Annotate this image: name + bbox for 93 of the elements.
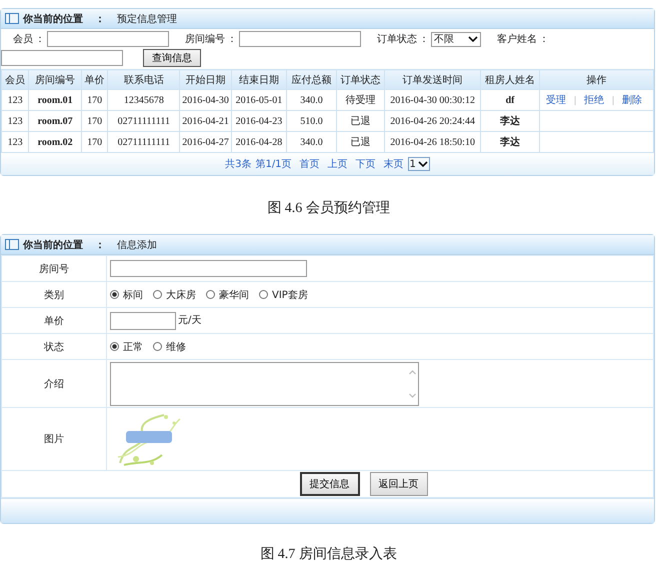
page-info: 第1/1页 <box>255 158 292 171</box>
table-cell: 已退 <box>336 110 385 132</box>
figure-caption: 图 4.6 会员预约管理 <box>266 200 391 217</box>
radio-button[interactable] <box>153 342 162 351</box>
filter-input[interactable] <box>239 31 361 47</box>
filter-separator: ： <box>539 33 549 46</box>
radio-option[interactable]: 标间 <box>110 288 143 302</box>
table-cell: 2016-04-23 <box>231 110 286 132</box>
table-cell: 170 <box>81 90 108 110</box>
column-header: 会员 <box>2 70 29 90</box>
radio-option[interactable]: 正常 <box>110 340 143 354</box>
filter-separator: ： <box>35 33 45 46</box>
page-select[interactable]: 1 <box>408 157 430 171</box>
radio-button[interactable] <box>110 342 119 351</box>
table-cell: 2016-04-30 <box>180 90 232 110</box>
radio-option[interactable]: VIP套房 <box>259 288 308 302</box>
table-cell: room.07 <box>28 110 82 132</box>
location-label: 你当前的位置 <box>23 12 83 26</box>
form-button[interactable]: 提交信息 <box>300 472 360 496</box>
query-button[interactable]: 查询信息 <box>143 49 201 67</box>
price-input[interactable] <box>110 312 176 330</box>
table-cell: 510.0 <box>286 110 336 132</box>
location-text: 信息添加 <box>117 238 157 252</box>
table-cell: 2016-04-30 00:30:12 <box>384 90 481 110</box>
location-text: 预定信息管理 <box>117 12 177 26</box>
action-link[interactable]: 删除 <box>622 95 642 106</box>
filter-separator: ： <box>419 33 429 46</box>
field-label: 房间号 <box>39 264 69 274</box>
filter-label: 订单状态 <box>377 32 417 46</box>
column-header: 联系电话 <box>108 70 180 90</box>
page-info: 共3条 <box>225 158 252 171</box>
unit-label: 元/天 <box>178 315 202 326</box>
scrollbar-arrows-icon <box>408 368 417 398</box>
field-label: 类别 <box>44 290 64 300</box>
description-textarea[interactable] <box>110 362 419 406</box>
column-header: 开始日期 <box>180 70 232 90</box>
page-link[interactable]: 首页 <box>300 157 320 171</box>
page-link[interactable]: 上页 <box>328 157 348 171</box>
filter-separator: ： <box>227 33 237 46</box>
page-link[interactable]: 下页 <box>356 157 376 171</box>
status-select[interactable]: 不限 <box>431 32 481 46</box>
table-cell: 2016-04-21 <box>180 110 232 132</box>
table-cell: 2016-05-01 <box>231 90 286 110</box>
table-cell: 123 <box>2 90 29 110</box>
column-header: 结束日期 <box>231 70 286 90</box>
radio-button[interactable] <box>259 290 268 299</box>
table-cell: 02711111111 <box>108 110 180 132</box>
radio-option[interactable]: 豪华间 <box>206 288 249 302</box>
chevron-down-icon <box>418 160 428 168</box>
filter-label: 客户姓名 <box>497 32 537 46</box>
action-separator: | <box>612 95 614 106</box>
field-label: 图片 <box>44 434 64 445</box>
table-cell: 340.0 <box>286 90 336 110</box>
column-header: 房间编号 <box>28 70 82 90</box>
radio-option[interactable]: 大床房 <box>153 288 196 302</box>
table-cell: df <box>480 90 540 110</box>
form-button[interactable]: 返回上页 <box>370 472 428 496</box>
table-cell: 待受理 <box>336 90 385 110</box>
radio-button[interactable] <box>153 290 162 299</box>
room-number-input[interactable] <box>110 260 307 277</box>
action-link[interactable]: 拒绝 <box>584 95 604 106</box>
panel-icon <box>5 13 19 24</box>
filter-input[interactable] <box>47 31 169 47</box>
field-label: 单价 <box>44 316 64 326</box>
filter-input[interactable] <box>1 50 123 66</box>
table-cell: room.01 <box>28 90 82 110</box>
table-cell: 12345678 <box>108 90 180 110</box>
column-header: 单价 <box>81 70 108 90</box>
column-header: 应付总额 <box>286 70 336 90</box>
table-cell: 李达 <box>480 110 540 132</box>
table-cell: 2016-04-26 20:24:44 <box>384 110 481 132</box>
action-separator: | <box>574 95 576 106</box>
filter-label: 会员 <box>13 33 33 46</box>
location-separator: ： <box>95 238 105 252</box>
column-header: 订单状态 <box>336 70 385 90</box>
field-label: 介绍 <box>44 378 64 390</box>
table-cell: 170 <box>81 110 108 132</box>
location-separator: ： <box>95 12 105 26</box>
column-header: 订单发送时间 <box>384 70 481 90</box>
chevron-down-icon <box>468 35 478 43</box>
column-header: 操作 <box>540 70 654 90</box>
radio-button[interactable] <box>206 290 215 299</box>
filter-label: 房间编号 <box>185 32 225 46</box>
table-cell: 123 <box>2 110 29 132</box>
radio-button[interactable] <box>110 290 119 299</box>
page-link[interactable]: 末页 <box>384 157 404 171</box>
field-label: 状态 <box>44 342 64 352</box>
figure-caption: 图 4.7 房间信息录入表 <box>259 545 398 563</box>
column-header: 租房人姓名 <box>480 70 540 90</box>
location-label: 你当前的位置 <box>23 238 83 252</box>
panel-icon <box>5 239 19 250</box>
action-link[interactable]: 受理 <box>546 95 566 106</box>
radio-option[interactable]: 维修 <box>153 340 186 354</box>
